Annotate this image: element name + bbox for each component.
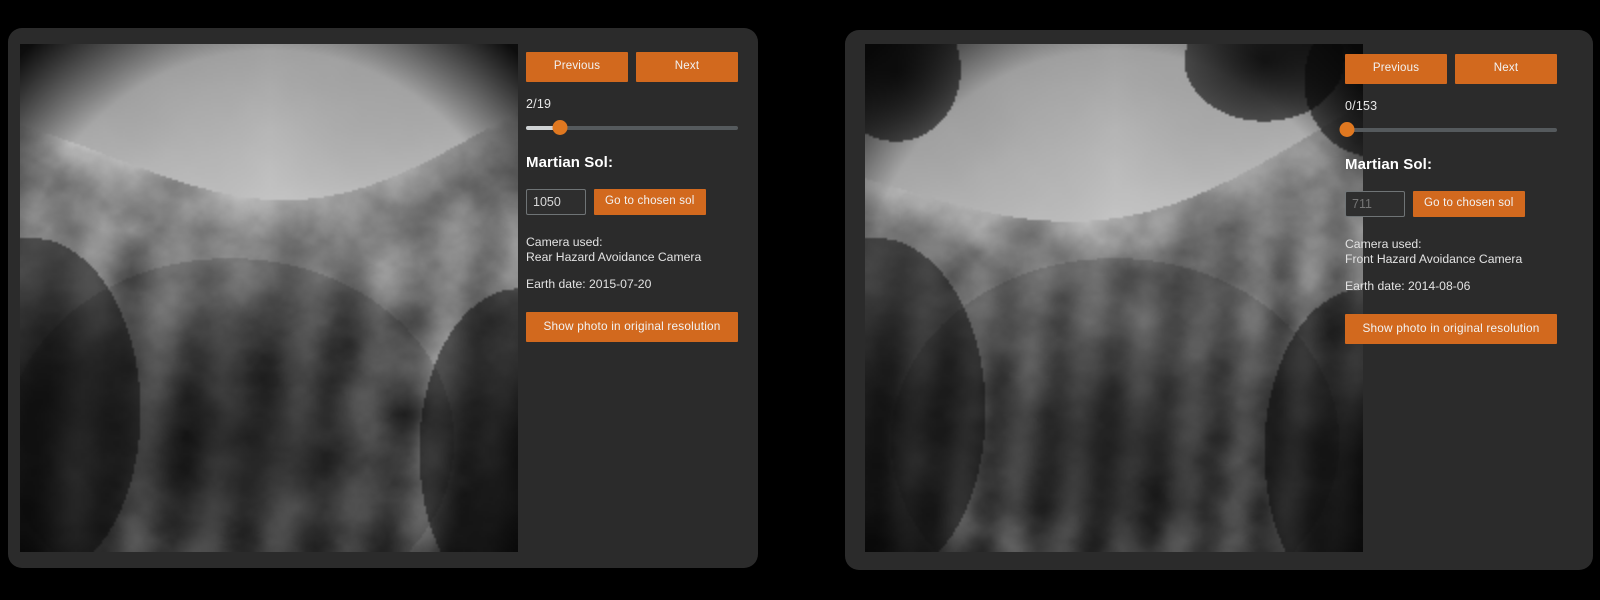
slider-track [1345, 127, 1557, 132]
earth-date: Earth date: 2014-08-06 [1345, 278, 1471, 293]
martian-sol-heading: Martian Sol: [1345, 155, 1433, 173]
photo-counter: 2/19 [526, 96, 552, 111]
show-original-resolution-button[interactable]: Show photo in original resolution [526, 312, 738, 343]
camera-name: Front Hazard Avoidance Camera [1345, 252, 1523, 267]
sol-input-row: Go to chosen sol [1345, 190, 1557, 217]
earth-date: Earth date: 2015-07-20 [526, 276, 652, 291]
slider-thumb[interactable] [552, 120, 568, 135]
slider-thumb[interactable] [1339, 122, 1355, 137]
page-root: Previous Next 2/19 Martian Sol: Go to ch… [0, 0, 1600, 600]
camera-used-label: Camera used: [526, 234, 603, 249]
photo-counter: 0/153 [1345, 98, 1378, 113]
photo-card-left: Previous Next 2/19 Martian Sol: Go to ch… [8, 28, 758, 568]
martian-sol-heading: Martian Sol: [526, 153, 614, 171]
show-original-resolution-button[interactable]: Show photo in original resolution [1345, 314, 1557, 345]
photo-metadata: Camera used: Front Hazard Avoidance Came… [1345, 237, 1557, 295]
nav-buttons-right: Previous Next [1345, 54, 1557, 84]
sol-input[interactable] [1345, 190, 1405, 217]
go-to-chosen-sol-button[interactable]: Go to chosen sol [594, 188, 706, 215]
controls-right: Previous Next 0/153 Martian Sol: Go to c… [1339, 54, 1557, 345]
photo-slider[interactable] [526, 120, 738, 136]
photo-card-right: Previous Next 0/153 Martian Sol: Go to c… [845, 30, 1593, 570]
camera-name: Rear Hazard Avoidance Camera [526, 250, 702, 265]
nav-buttons-left: Previous Next [526, 52, 738, 82]
go-to-chosen-sol-button[interactable]: Go to chosen sol [1413, 190, 1525, 217]
photo-metadata: Camera used: Rear Hazard Avoidance Camer… [526, 235, 738, 293]
camera-used-label: Camera used: [1345, 236, 1422, 251]
next-button[interactable]: Next [1455, 54, 1557, 84]
next-button[interactable]: Next [636, 52, 738, 82]
controls-left: Previous Next 2/19 Martian Sol: Go to ch… [526, 52, 738, 343]
previous-button[interactable]: Previous [526, 52, 628, 82]
rover-photo-right[interactable] [865, 44, 1363, 552]
photo-slider[interactable] [1339, 122, 1557, 138]
sol-input-row: Go to chosen sol [526, 188, 738, 215]
previous-button[interactable]: Previous [1345, 54, 1447, 84]
sol-input[interactable] [526, 188, 586, 215]
rover-photo-left[interactable] [20, 44, 518, 552]
